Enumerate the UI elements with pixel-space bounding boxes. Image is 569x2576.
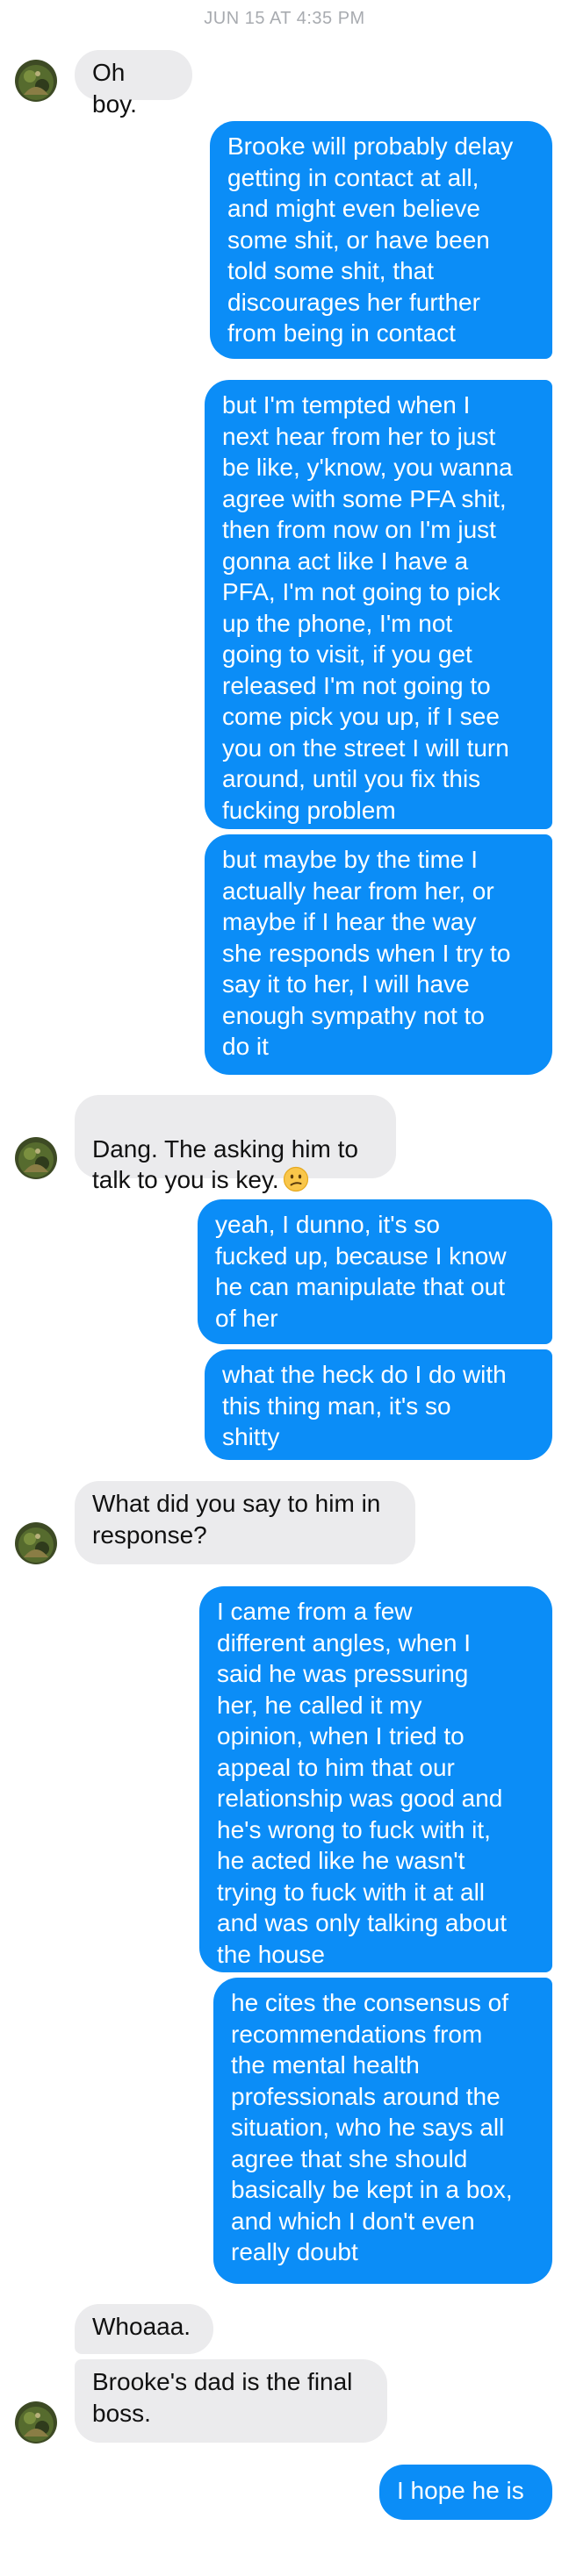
outgoing-message-bubble[interactable]: Brooke will probably delay getting in co… <box>210 121 552 359</box>
contact-avatar-icon <box>15 1137 57 1179</box>
contact-avatar-icon <box>15 60 57 102</box>
contact-avatar-icon <box>15 2401 57 2444</box>
incoming-message-bubble[interactable]: Oh boy. <box>75 50 192 118</box>
outgoing-message-bubble[interactable]: what the heck do I do with this thing ma… <box>205 1349 552 1460</box>
incoming-message-bubble[interactable]: Whoaaa. <box>75 2304 213 2354</box>
contact-avatar-icon <box>15 1522 57 1564</box>
outgoing-message-bubble[interactable]: I came from a few different angles, when… <box>199 1586 552 1972</box>
outgoing-message-bubble[interactable]: he cites the consensus of recommendation… <box>213 1978 552 2284</box>
avatar[interactable] <box>15 1137 57 1179</box>
message-timestamp: JUN 15 AT 4:35 PM <box>204 9 365 28</box>
confused-face-emoji-icon <box>283 1166 308 1192</box>
avatar[interactable] <box>15 2401 57 2444</box>
incoming-message-bubble[interactable]: What did you say to him in response? <box>75 1481 415 1564</box>
avatar[interactable] <box>15 1522 57 1564</box>
incoming-message-bubble[interactable]: Brooke's dad is the final boss. <box>75 2359 387 2443</box>
outgoing-message-bubble[interactable]: yeah, I dunno, it's so fucked up, becaus… <box>198 1199 552 1344</box>
incoming-message-bubble[interactable]: Dang. The asking him to talk to you is k… <box>75 1095 396 1193</box>
outgoing-message-bubble[interactable]: but I'm tempted when I next hear from he… <box>205 380 552 829</box>
message-text: Dang. The asking him to talk to you is k… <box>92 1134 358 1194</box>
outgoing-message-bubble[interactable]: I hope he is <box>379 2465 552 2520</box>
outgoing-message-bubble[interactable]: but maybe by the time I actually hear fr… <box>205 834 552 1075</box>
avatar[interactable] <box>15 60 57 102</box>
